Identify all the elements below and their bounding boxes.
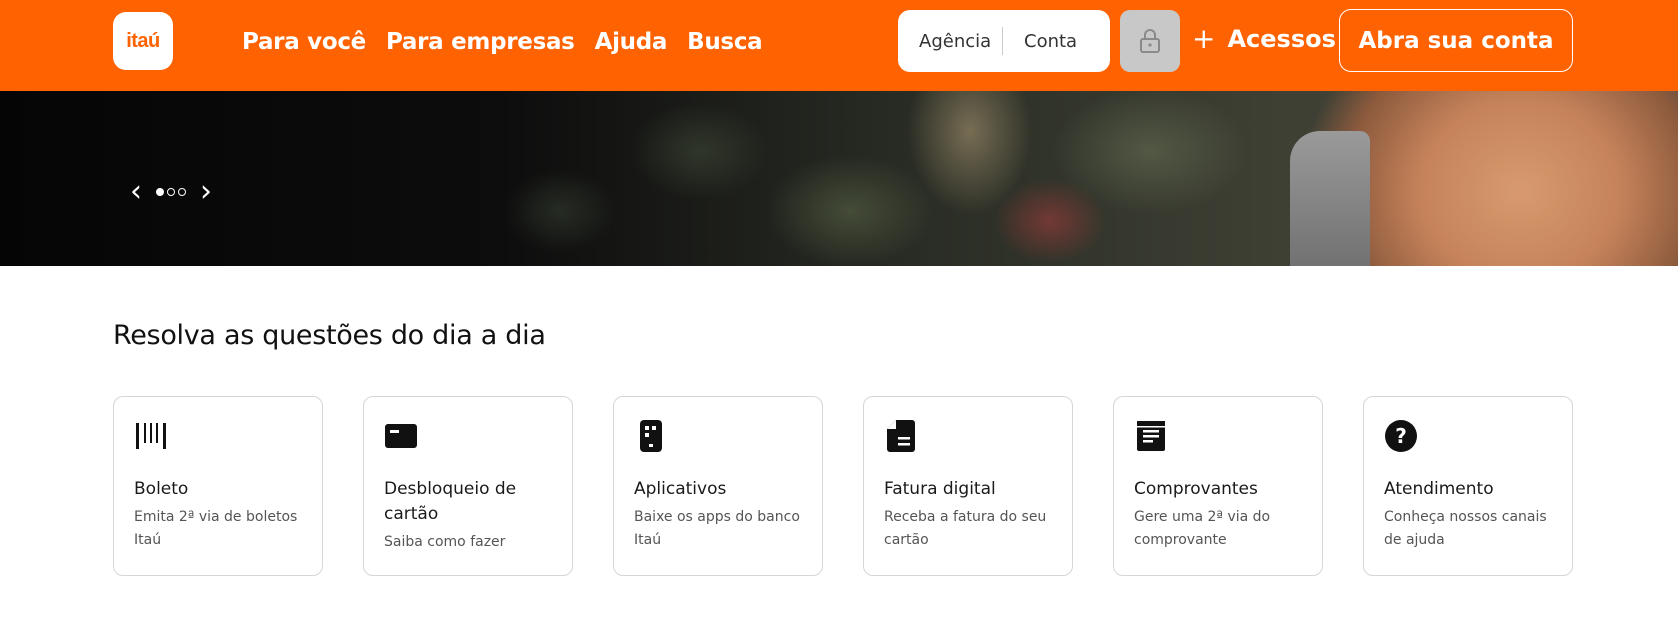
card-title: Desbloqueio de cartão (384, 479, 517, 524)
conta-input[interactable]: Conta (1003, 31, 1077, 52)
plus-icon: + (1192, 22, 1216, 55)
card-title: Boleto (134, 479, 189, 499)
hero-backpack-image (1290, 131, 1370, 266)
agencia-input[interactable]: Agência (898, 31, 1002, 52)
barcode-icon (136, 423, 166, 449)
nav-ajuda[interactable]: Ajuda (595, 29, 668, 55)
abra-sua-conta-button[interactable]: Abra sua conta (1339, 9, 1573, 72)
card-desc: Baixe os apps do banco Itaú (634, 509, 800, 548)
svg-text:?: ? (1395, 424, 1407, 448)
nav-busca[interactable]: Busca (687, 29, 763, 55)
login-box: Agência Conta (898, 10, 1110, 72)
card-title: Aplicativos (634, 479, 727, 499)
login-submit-button[interactable] (1120, 10, 1180, 72)
card-desc: Gere uma 2ª via do comprovante (1134, 509, 1271, 548)
card-icon (385, 424, 417, 448)
document-icon (887, 420, 915, 452)
carousel-dot[interactable] (156, 188, 164, 196)
carousel-controls: ‹ › (130, 177, 212, 207)
card-title: Atendimento (1384, 479, 1494, 499)
card-aplicativos[interactable]: Aplicativos Baixe os apps do banco Itaú (613, 396, 823, 576)
section-title: Resolva as questões do dia a dia (113, 320, 546, 351)
lock-icon (1140, 29, 1160, 53)
card-boleto[interactable]: Boleto Emita 2ª via de boletos Itaú (113, 396, 323, 576)
card-comprovantes[interactable]: Comprovantes Gere uma 2ª via do comprova… (1113, 396, 1323, 576)
receipt-icon (1137, 421, 1165, 451)
acessos-label: Acessos (1227, 24, 1336, 53)
card-title: Fatura digital (884, 479, 996, 499)
nav-para-voce[interactable]: Para você (242, 29, 366, 55)
card-title: Comprovantes (1134, 479, 1258, 499)
carousel-dots (156, 188, 186, 196)
main-nav: Para você Para empresas Ajuda Busca (242, 0, 763, 84)
chevron-right-icon[interactable]: › (200, 177, 212, 207)
card-desbloqueio[interactable]: Desbloqueio de cartão Saiba como fazer (363, 396, 573, 576)
phone-icon (640, 420, 662, 452)
carousel-dot[interactable] (178, 188, 186, 196)
card-desc: Saiba como fazer (384, 534, 506, 550)
nav-para-empresas[interactable]: Para empresas (386, 29, 575, 55)
carousel-dot[interactable] (167, 188, 175, 196)
help-icon: ? (1385, 420, 1417, 452)
card-fatura[interactable]: Fatura digital Receba a fatura do seu ca… (863, 396, 1073, 576)
acessos-button[interactable]: + Acessos (1192, 22, 1336, 55)
logo-text: itaú (126, 29, 160, 52)
itau-logo[interactable]: itaú (113, 12, 173, 70)
top-header: itaú Para você Para empresas Ajuda Busca… (0, 0, 1678, 91)
card-atendimento[interactable]: ? Atendimento Conheça nossos canais de a… (1363, 396, 1573, 576)
card-desc: Receba a fatura do seu cartão (884, 509, 1047, 548)
hero-banner: ‹ › (0, 91, 1678, 266)
quick-actions: Boleto Emita 2ª via de boletos Itaú Desb… (113, 396, 1573, 576)
card-desc: Conheça nossos canais de ajuda (1384, 509, 1547, 548)
chevron-left-icon[interactable]: ‹ (130, 177, 142, 207)
card-desc: Emita 2ª via de boletos Itaú (134, 509, 298, 548)
